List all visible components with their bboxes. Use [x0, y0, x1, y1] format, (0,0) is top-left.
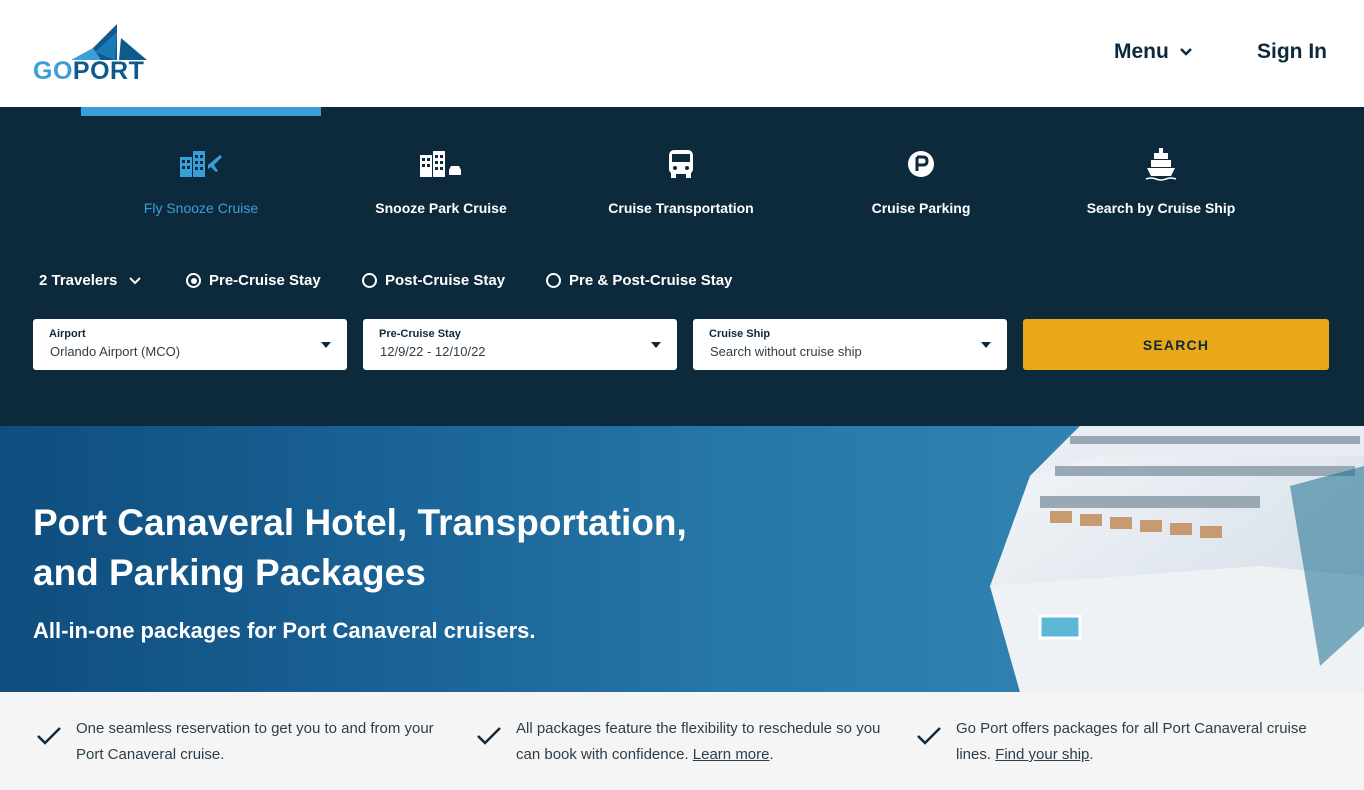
feature-punctuation: .	[769, 746, 774, 763]
check-icon	[917, 727, 941, 745]
stay-options: 2 Travelers Pre-Cruise Stay Post-Cruise …	[0, 272, 1364, 296]
fly-snooze-icon	[180, 151, 222, 177]
tab-snooze-park-cruise[interactable]: Snooze Park Cruise	[321, 147, 561, 216]
feature-text: One seamless reservation to get you to a…	[76, 716, 448, 768]
chevron-down-icon	[1179, 48, 1192, 56]
caret-down-icon	[321, 342, 331, 348]
field-label: Cruise Ship	[709, 328, 771, 340]
menu-label: Menu	[1114, 40, 1169, 63]
hero-subtitle: All-in-one packages for Port Canaveral c…	[33, 618, 536, 643]
sail-logo-icon	[71, 24, 147, 60]
hero-title: Port Canaveral Hotel, Transportation, an…	[33, 498, 793, 598]
radio-post-cruise-stay[interactable]: Post-Cruise Stay	[362, 272, 505, 289]
field-label: Pre-Cruise Stay	[379, 328, 461, 340]
check-icon	[477, 727, 501, 745]
tab-label: Search by Cruise Ship	[1086, 200, 1236, 216]
feature-item: Go Port offers packages for all Port Can…	[916, 716, 1328, 768]
hero-banner: Port Canaveral Hotel, Transportation, an…	[0, 426, 1364, 692]
radio-label: Pre & Post-Cruise Stay	[569, 272, 733, 289]
travelers-dropdown[interactable]: 2 Travelers	[39, 272, 142, 289]
caret-down-icon	[651, 342, 661, 348]
feature-item: All packages feature the flexibility to …	[476, 716, 888, 768]
feature-text: All packages feature the flexibility to …	[516, 716, 888, 768]
learn-more-link[interactable]: Learn more	[693, 746, 770, 763]
radio-label: Pre-Cruise Stay	[209, 272, 321, 289]
cruise-ship-image	[990, 426, 1364, 692]
field-label: Airport	[49, 328, 86, 340]
tab-fly-snooze-cruise[interactable]: Fly Snooze Cruise	[81, 147, 321, 216]
active-tab-indicator	[81, 107, 321, 116]
hero-title-line: and Parking Packages	[33, 552, 426, 593]
tab-label: Cruise Transportation	[608, 200, 754, 216]
tab-search-by-cruise-ship[interactable]: Search by Cruise Ship	[1041, 147, 1281, 216]
tab-cruise-parking[interactable]: Cruise Parking	[801, 147, 1041, 216]
search-panel: Fly Snooze Cruise Snooze Park Cruise Cru	[0, 107, 1364, 426]
tab-label: Fly Snooze Cruise	[143, 200, 259, 216]
bus-icon	[669, 150, 693, 178]
logo-go: GO	[33, 57, 73, 85]
feature-item: One seamless reservation to get you to a…	[36, 716, 448, 768]
parking-icon	[908, 151, 934, 177]
feature-punctuation: .	[1089, 746, 1094, 763]
chevron-down-icon	[129, 276, 142, 284]
find-your-ship-link[interactable]: Find your ship	[995, 746, 1089, 763]
logo-port: PORT	[72, 57, 145, 85]
field-value: Orlando Airport (MCO)	[50, 344, 181, 359]
feature-copy: One seamless reservation to get you to a…	[76, 720, 434, 763]
radio-unselected-icon	[546, 273, 561, 288]
cruise-ship-icon	[1145, 148, 1177, 181]
radio-selected-icon	[186, 273, 201, 288]
features-strip: One seamless reservation to get you to a…	[0, 692, 1364, 790]
cruise-ship-select[interactable]: Cruise Ship Search without cruise ship	[693, 319, 1007, 370]
radio-pre-cruise-stay[interactable]: Pre-Cruise Stay	[186, 272, 321, 289]
field-value: 12/9/22 - 12/10/22	[380, 344, 486, 359]
tab-cruise-transportation[interactable]: Cruise Transportation	[561, 147, 801, 216]
feature-text: Go Port offers packages for all Port Can…	[956, 716, 1328, 768]
hero-title-line: Port Canaveral Hotel, Transportation,	[33, 502, 687, 543]
date-range-select[interactable]: Pre-Cruise Stay 12/9/22 - 12/10/22	[363, 319, 677, 370]
site-header: GOPORT Menu Sign In	[0, 0, 1364, 107]
sign-in-link[interactable]: Sign In	[1257, 40, 1327, 64]
snooze-park-icon	[420, 151, 461, 177]
field-value: Search without cruise ship	[710, 344, 862, 359]
radio-label: Post-Cruise Stay	[385, 272, 506, 289]
search-button[interactable]: SEARCH	[1023, 319, 1329, 370]
goport-logo[interactable]: GOPORT	[33, 24, 147, 84]
check-icon	[37, 727, 61, 745]
radio-pre-and-post-cruise-stay[interactable]: Pre & Post-Cruise Stay	[546, 272, 732, 289]
tab-label: Snooze Park Cruise	[375, 200, 507, 216]
airport-select[interactable]: Airport Orlando Airport (MCO)	[33, 319, 347, 370]
travelers-label: 2 Travelers	[39, 272, 118, 289]
caret-down-icon	[981, 342, 991, 348]
menu-button[interactable]: Menu	[1114, 40, 1193, 64]
tab-label: Cruise Parking	[871, 200, 971, 216]
radio-unselected-icon	[362, 273, 377, 288]
logo-wordmark: GOPORT	[33, 58, 144, 84]
